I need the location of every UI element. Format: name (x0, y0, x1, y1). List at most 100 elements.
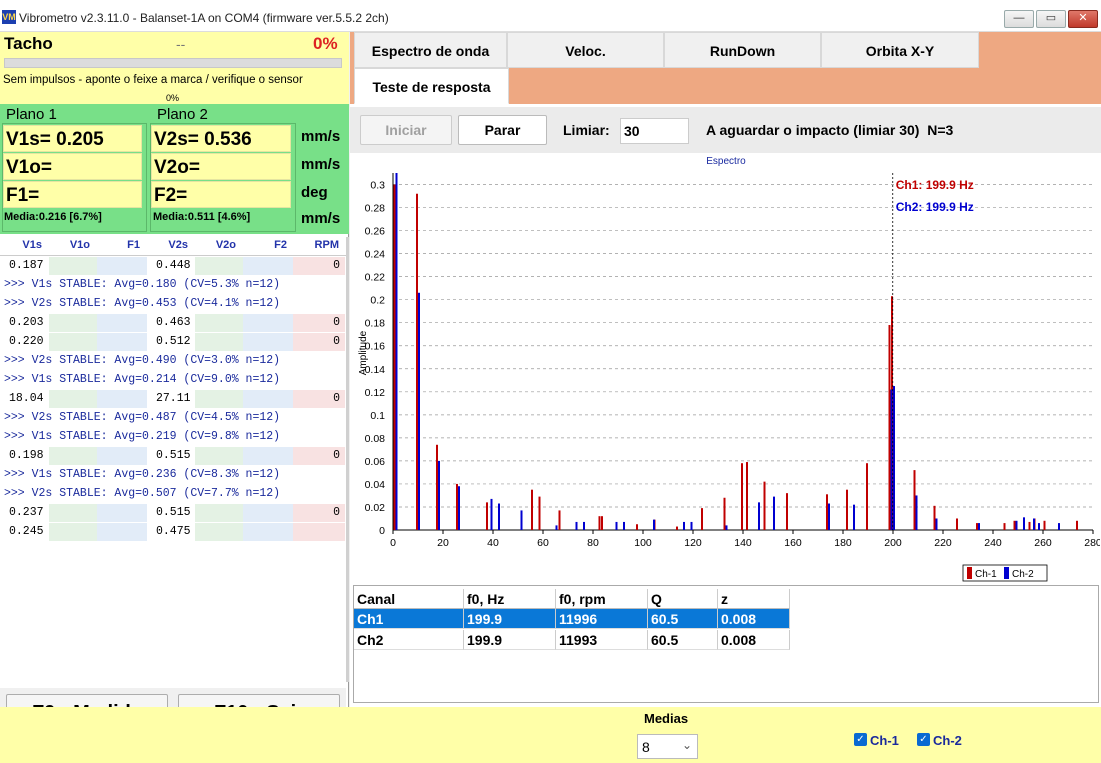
cell-rpm: 0 (293, 333, 345, 351)
spectrum-bar-ch2 (555, 525, 558, 530)
stop-button[interactable]: Parar (458, 115, 547, 145)
table-cell: 199.9 (464, 609, 556, 629)
spectrum-chart[interactable]: Espectro 0 0.02 0.04 0.06 0.08 0.1 0.12 0.14 0.16… (352, 153, 1101, 583)
tacho-bar-percent: 0% (166, 93, 180, 103)
table-row[interactable]: Ch1 199.9 11996 60.5 0.008 (354, 609, 790, 630)
spectrum-bar-ch1 (393, 184, 396, 531)
spectrum-bar-ch2 (978, 523, 980, 530)
medias-select[interactable]: 8 ⌄ (637, 734, 698, 759)
table-header-f0rpm[interactable]: f0, rpm (556, 589, 648, 609)
cell-f1 (97, 257, 147, 275)
log-row: 0.203 0.463 0 (0, 313, 346, 332)
spectrum-bar-ch1 (538, 496, 541, 530)
spectrum-bar-ch1 (1076, 520, 1078, 530)
tab-orbita[interactable]: Orbita X-Y (821, 32, 979, 68)
v1s-value: V1s= 0.205 (3, 125, 142, 152)
cell-v2s: 0.463 (147, 314, 195, 332)
cursor-annotation-ch2: Ch2: 199.9 Hz (896, 200, 974, 214)
col-header-v2o[interactable]: V2o (196, 239, 236, 251)
spectrum-bar-ch2 (490, 498, 493, 530)
x-tick-label: 180 (834, 537, 852, 549)
cell-v1s: 0.237 (0, 504, 49, 522)
scrollbar[interactable] (346, 237, 349, 682)
spectrum-bar-ch1 (723, 497, 726, 530)
log-message: >>> V1s STABLE: Avg=0.214 (CV=9.0% n=12) (4, 373, 281, 386)
col-header-rpm[interactable]: RPM (292, 239, 339, 251)
cell-v1s: 0.245 (0, 523, 49, 541)
y-tick-label: 0.06 (365, 456, 386, 468)
minimize-button[interactable]: — (1004, 10, 1034, 28)
spectrum-bar-ch2 (773, 496, 775, 530)
table-row[interactable]: Ch2 199.9 11993 60.5 0.008 (354, 630, 790, 651)
tab-teste-resposta[interactable]: Teste de resposta (354, 68, 509, 104)
y-tick-label: 0.24 (365, 249, 386, 261)
cell-f2 (243, 523, 293, 541)
table-header-canal[interactable]: Canal (354, 589, 464, 609)
col-header-f2[interactable]: F2 (244, 239, 287, 251)
table-cell: 199.9 (464, 630, 556, 650)
spectrum-bar-ch1 (786, 493, 788, 530)
cursor-annotation-ch1: Ch1: 199.9 Hz (896, 178, 974, 192)
maximize-button[interactable]: ▭ (1036, 10, 1066, 28)
cell-rpm: 0 (293, 257, 345, 275)
col-header-v1s[interactable]: V1s (0, 239, 42, 251)
table-header-q[interactable]: Q (648, 589, 718, 609)
start-button[interactable]: Iniciar (360, 115, 452, 145)
table-cell: 60.5 (648, 630, 718, 650)
ch1-checkbox[interactable]: ✓ (854, 733, 867, 746)
log-message: >>> V2s STABLE: Avg=0.490 (CV=3.0% n=12) (4, 354, 281, 367)
cell-rpm (293, 523, 345, 541)
spectrum-bar-ch2 (418, 292, 420, 530)
tab-rundown[interactable]: RunDown (664, 32, 821, 68)
x-tick-label: 200 (884, 537, 902, 549)
cell-v1o (49, 447, 97, 465)
spectrum-bar-ch2 (1023, 517, 1025, 530)
spectrum-bar-ch2 (1058, 523, 1060, 530)
cell-v1o (49, 333, 97, 351)
cell-v2o (195, 257, 243, 275)
col-header-v1o[interactable]: V1o (50, 239, 90, 251)
log-message: >>> V1s STABLE: Avg=0.219 (CV=9.8% n=12) (4, 430, 281, 443)
plane2-media: Media:0.511 [4.6%] (153, 211, 251, 223)
cell-v2s: 0.512 (147, 333, 195, 351)
cell-v1o (49, 257, 97, 275)
response-table[interactable]: Canal f0, Hz f0, rpm Q z Ch1 199.9 11996 60… (353, 585, 1099, 703)
spectrum-bar-ch1 (1003, 523, 1006, 530)
ch2-checkbox[interactable]: ✓ (917, 733, 930, 746)
log-row: 0.220 0.512 0 (0, 332, 346, 351)
y-tick-label: 0.04 (365, 479, 386, 491)
table-cell: 11993 (556, 630, 648, 650)
y-tick-label: 0.22 (365, 272, 386, 284)
tab-veloc[interactable]: Veloc. (507, 32, 664, 68)
spectrum-bar-ch2 (458, 486, 460, 530)
col-header-v2s[interactable]: V2s (148, 239, 188, 251)
table-header-f0hz[interactable]: f0, Hz (464, 589, 556, 609)
cell-v2s: 0.475 (147, 523, 195, 541)
log-message: >>> V1s STABLE: Avg=0.236 (CV=8.3% n=12) (4, 468, 281, 481)
cell-v1s: 0.203 (0, 314, 49, 332)
spectrum-bar-ch1 (531, 489, 533, 530)
measurement-log[interactable]: 0.187 0.448 0 >>> V1s STABLE: Avg=0.180 (CV… (0, 256, 346, 556)
spectrum-bar-ch2 (935, 518, 938, 530)
cell-rpm: 0 (293, 314, 345, 332)
v2s-value: V2s= 0.536 (151, 125, 291, 152)
col-header-f1[interactable]: F1 (98, 239, 140, 251)
spectrum-bar-ch2 (690, 521, 693, 530)
spectrum-bar-ch2 (583, 521, 585, 530)
close-button[interactable]: ✕ (1068, 10, 1098, 28)
cell-v1o (49, 504, 97, 522)
spectrum-bar-ch1 (558, 510, 561, 530)
spectrum-bar-ch1 (746, 462, 748, 530)
table-header-z[interactable]: z (718, 589, 790, 609)
spectrum-bar-ch1 (456, 483, 458, 530)
spectrum-bar-ch1 (933, 505, 936, 530)
y-tick-label: 0.12 (365, 387, 386, 399)
tab-espectro[interactable]: Espectro de onda (354, 32, 507, 68)
spectrum-bar-ch2 (438, 460, 440, 530)
spectrum-bar-ch1 (701, 508, 703, 530)
left-panel: Tacho -- 0% Sem impulsos - aponte o feix… (0, 32, 349, 738)
threshold-input[interactable]: 30 (620, 118, 689, 144)
spectrum-bar-ch1 (913, 470, 916, 530)
table-cell: Ch2 (354, 630, 464, 650)
f2-value: F2= (151, 181, 291, 208)
